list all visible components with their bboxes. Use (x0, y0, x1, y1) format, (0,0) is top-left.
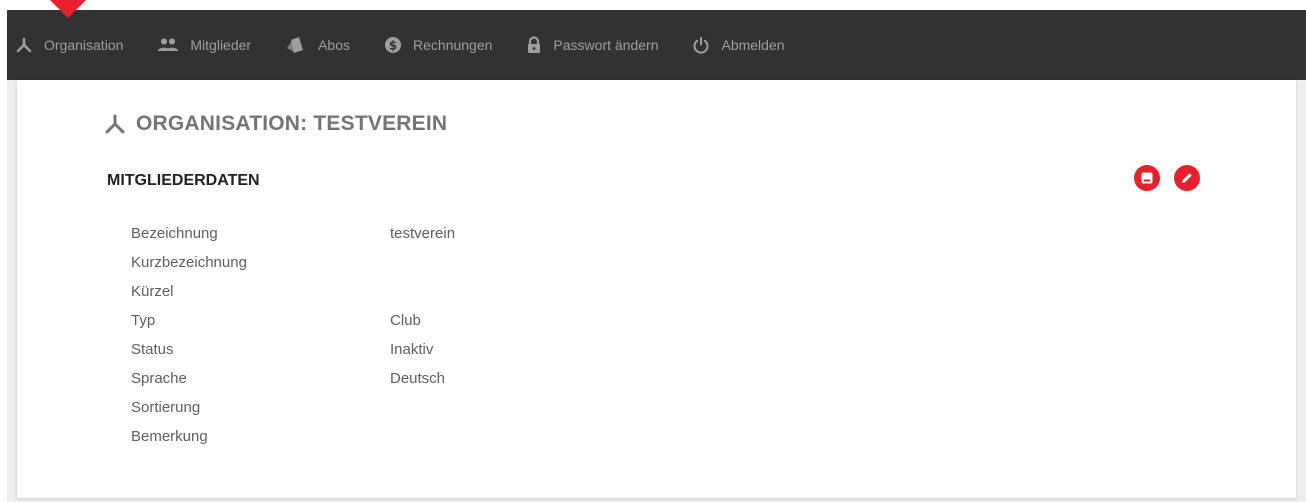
main-navbar: Organisation Mitglieder Abos $ Rechnunge… (7, 10, 1306, 80)
field-value: testverein (390, 225, 456, 242)
field-value: Club (390, 312, 421, 329)
field-label: Kürzel (131, 283, 174, 300)
section-title: MITGLIEDERDATEN (107, 172, 260, 189)
field-row-status: Status Inaktiv (131, 335, 455, 364)
nav-item-rechnungen[interactable]: $ Rechnungen (384, 10, 492, 80)
field-row-kuerzel: Kürzel (131, 277, 455, 306)
save-icon (1141, 172, 1153, 184)
nav-label: Abos (318, 37, 351, 53)
power-icon (693, 37, 709, 54)
field-row-bemerkung: Bemerkung (131, 422, 455, 451)
organisation-icon (105, 114, 125, 134)
lock-icon (528, 36, 541, 53)
field-row-sprache: Sprache Deutsch (131, 364, 455, 393)
nav-item-organisation[interactable]: Organisation (15, 10, 123, 80)
members-icon (158, 38, 179, 51)
field-label: Status (131, 341, 174, 358)
field-row-sortierung: Sortierung (131, 393, 455, 422)
field-label: Sortierung (131, 399, 201, 416)
field-row-bezeichnung: Bezeichnung testverein (131, 219, 455, 248)
nav-label: Abmelden (721, 37, 785, 53)
field-label: Bemerkung (131, 428, 208, 445)
save-button[interactable] (1134, 165, 1160, 191)
nav-label: Rechnungen (413, 37, 493, 53)
nav-label: Mitglieder (190, 37, 252, 53)
cards-icon (287, 37, 304, 53)
nav-label: Organisation (44, 37, 124, 53)
nav-label: Passwort ändern (553, 37, 659, 53)
field-label: Sprache (131, 370, 187, 387)
page-title: ORGANISATION: TESTVEREIN (104, 112, 447, 136)
nav-item-passwort[interactable]: Passwort ändern (526, 10, 658, 80)
nav-item-mitglieder[interactable]: Mitglieder (157, 10, 251, 80)
member-data-list: Bezeichnung testverein Kurzbezeichnung K… (131, 219, 455, 451)
organisation-icon (16, 37, 32, 53)
field-value: Inaktiv (390, 341, 434, 358)
pointer-marker (50, 0, 86, 18)
nav-item-abos[interactable]: Abos (285, 10, 350, 80)
edit-button[interactable] (1174, 165, 1200, 191)
field-row-kurzbezeichnung: Kurzbezeichnung (131, 248, 455, 277)
nav-item-abmelden[interactable]: Abmelden (692, 10, 785, 80)
page-title-text: ORGANISATION: TESTVEREIN (136, 112, 448, 135)
field-label: Bezeichnung (131, 225, 218, 242)
field-label: Typ (131, 312, 156, 329)
pencil-icon (1182, 173, 1192, 183)
svg-text:$: $ (389, 39, 397, 53)
dollar-icon: $ (385, 37, 402, 53)
field-label: Kurzbezeichnung (131, 254, 247, 271)
field-value: Deutsch (390, 370, 446, 387)
field-row-typ: Typ Club (131, 306, 455, 335)
top-strip (0, 0, 1306, 10)
